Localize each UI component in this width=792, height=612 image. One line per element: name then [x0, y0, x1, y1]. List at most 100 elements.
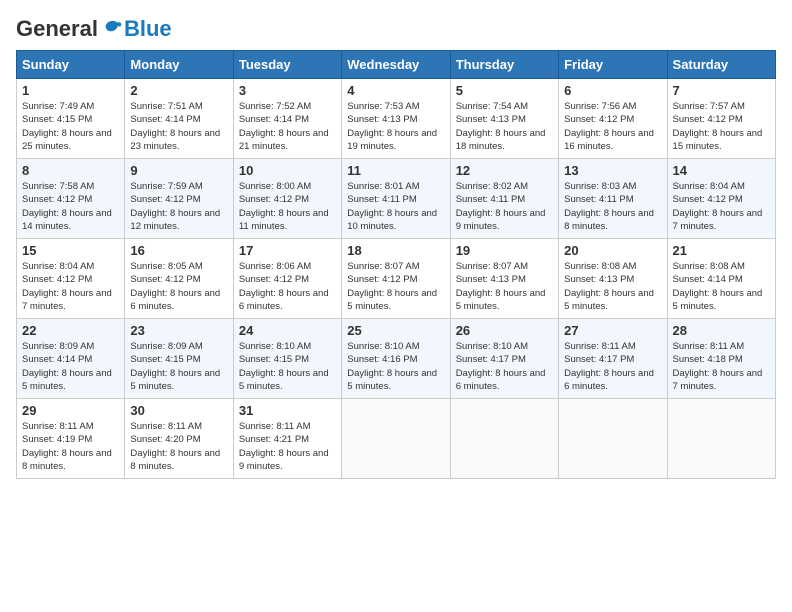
calendar-cell: 18 Sunrise: 8:07 AM Sunset: 4:12 PM Dayl… — [342, 239, 450, 319]
day-number: 27 — [564, 323, 661, 338]
calendar-cell: 31 Sunrise: 8:11 AM Sunset: 4:21 PM Dayl… — [233, 399, 341, 479]
calendar-cell: 26 Sunrise: 8:10 AM Sunset: 4:17 PM Dayl… — [450, 319, 558, 399]
calendar-table: SundayMondayTuesdayWednesdayThursdayFrid… — [16, 50, 776, 479]
calendar-cell: 7 Sunrise: 7:57 AM Sunset: 4:12 PM Dayli… — [667, 79, 775, 159]
day-number: 17 — [239, 243, 336, 258]
column-header-friday: Friday — [559, 51, 667, 79]
day-number: 24 — [239, 323, 336, 338]
day-number: 26 — [456, 323, 553, 338]
day-info: Sunrise: 8:04 AM Sunset: 4:12 PM Dayligh… — [22, 260, 119, 313]
calendar-cell: 1 Sunrise: 7:49 AM Sunset: 4:15 PM Dayli… — [17, 79, 125, 159]
day-info: Sunrise: 8:09 AM Sunset: 4:14 PM Dayligh… — [22, 340, 119, 393]
logo-bird-icon — [100, 17, 124, 41]
calendar-cell: 27 Sunrise: 8:11 AM Sunset: 4:17 PM Dayl… — [559, 319, 667, 399]
calendar-cell: 11 Sunrise: 8:01 AM Sunset: 4:11 PM Dayl… — [342, 159, 450, 239]
day-info: Sunrise: 8:08 AM Sunset: 4:13 PM Dayligh… — [564, 260, 661, 313]
day-info: Sunrise: 8:11 AM Sunset: 4:20 PM Dayligh… — [130, 420, 227, 473]
calendar-cell: 16 Sunrise: 8:05 AM Sunset: 4:12 PM Dayl… — [125, 239, 233, 319]
day-info: Sunrise: 8:02 AM Sunset: 4:11 PM Dayligh… — [456, 180, 553, 233]
calendar-cell: 20 Sunrise: 8:08 AM Sunset: 4:13 PM Dayl… — [559, 239, 667, 319]
logo-blue: Blue — [124, 16, 172, 42]
day-info: Sunrise: 8:11 AM Sunset: 4:19 PM Dayligh… — [22, 420, 119, 473]
calendar-cell: 3 Sunrise: 7:52 AM Sunset: 4:14 PM Dayli… — [233, 79, 341, 159]
day-number: 5 — [456, 83, 553, 98]
day-info: Sunrise: 8:07 AM Sunset: 4:13 PM Dayligh… — [456, 260, 553, 313]
day-number: 14 — [673, 163, 770, 178]
calendar-cell: 30 Sunrise: 8:11 AM Sunset: 4:20 PM Dayl… — [125, 399, 233, 479]
calendar-cell: 9 Sunrise: 7:59 AM Sunset: 4:12 PM Dayli… — [125, 159, 233, 239]
day-info: Sunrise: 8:04 AM Sunset: 4:12 PM Dayligh… — [673, 180, 770, 233]
day-number: 7 — [673, 83, 770, 98]
day-number: 4 — [347, 83, 444, 98]
day-number: 16 — [130, 243, 227, 258]
calendar-cell: 6 Sunrise: 7:56 AM Sunset: 4:12 PM Dayli… — [559, 79, 667, 159]
calendar-cell: 29 Sunrise: 8:11 AM Sunset: 4:19 PM Dayl… — [17, 399, 125, 479]
calendar-cell: 8 Sunrise: 7:58 AM Sunset: 4:12 PM Dayli… — [17, 159, 125, 239]
day-number: 10 — [239, 163, 336, 178]
day-info: Sunrise: 8:10 AM Sunset: 4:16 PM Dayligh… — [347, 340, 444, 393]
day-info: Sunrise: 8:07 AM Sunset: 4:12 PM Dayligh… — [347, 260, 444, 313]
calendar-cell: 23 Sunrise: 8:09 AM Sunset: 4:15 PM Dayl… — [125, 319, 233, 399]
calendar-cell: 5 Sunrise: 7:54 AM Sunset: 4:13 PM Dayli… — [450, 79, 558, 159]
day-info: Sunrise: 8:00 AM Sunset: 4:12 PM Dayligh… — [239, 180, 336, 233]
calendar-cell: 13 Sunrise: 8:03 AM Sunset: 4:11 PM Dayl… — [559, 159, 667, 239]
calendar-cell: 25 Sunrise: 8:10 AM Sunset: 4:16 PM Dayl… — [342, 319, 450, 399]
logo: General Blue — [16, 16, 172, 42]
calendar-cell: 17 Sunrise: 8:06 AM Sunset: 4:12 PM Dayl… — [233, 239, 341, 319]
day-number: 23 — [130, 323, 227, 338]
day-number: 29 — [22, 403, 119, 418]
day-number: 13 — [564, 163, 661, 178]
calendar-cell: 10 Sunrise: 8:00 AM Sunset: 4:12 PM Dayl… — [233, 159, 341, 239]
header: General Blue — [16, 16, 776, 42]
day-number: 25 — [347, 323, 444, 338]
day-info: Sunrise: 7:53 AM Sunset: 4:13 PM Dayligh… — [347, 100, 444, 153]
calendar-cell: 2 Sunrise: 7:51 AM Sunset: 4:14 PM Dayli… — [125, 79, 233, 159]
calendar-cell — [450, 399, 558, 479]
day-info: Sunrise: 7:52 AM Sunset: 4:14 PM Dayligh… — [239, 100, 336, 153]
day-info: Sunrise: 7:49 AM Sunset: 4:15 PM Dayligh… — [22, 100, 119, 153]
day-number: 22 — [22, 323, 119, 338]
day-number: 28 — [673, 323, 770, 338]
day-number: 19 — [456, 243, 553, 258]
logo-general: General — [16, 16, 98, 42]
calendar-cell: 22 Sunrise: 8:09 AM Sunset: 4:14 PM Dayl… — [17, 319, 125, 399]
calendar-cell: 28 Sunrise: 8:11 AM Sunset: 4:18 PM Dayl… — [667, 319, 775, 399]
calendar-cell — [667, 399, 775, 479]
day-info: Sunrise: 8:11 AM Sunset: 4:17 PM Dayligh… — [564, 340, 661, 393]
column-header-tuesday: Tuesday — [233, 51, 341, 79]
calendar-cell: 15 Sunrise: 8:04 AM Sunset: 4:12 PM Dayl… — [17, 239, 125, 319]
day-number: 12 — [456, 163, 553, 178]
day-info: Sunrise: 8:10 AM Sunset: 4:17 PM Dayligh… — [456, 340, 553, 393]
day-number: 3 — [239, 83, 336, 98]
day-info: Sunrise: 7:56 AM Sunset: 4:12 PM Dayligh… — [564, 100, 661, 153]
day-info: Sunrise: 8:11 AM Sunset: 4:18 PM Dayligh… — [673, 340, 770, 393]
day-info: Sunrise: 8:08 AM Sunset: 4:14 PM Dayligh… — [673, 260, 770, 313]
day-info: Sunrise: 7:51 AM Sunset: 4:14 PM Dayligh… — [130, 100, 227, 153]
day-number: 11 — [347, 163, 444, 178]
column-header-wednesday: Wednesday — [342, 51, 450, 79]
calendar-cell — [559, 399, 667, 479]
day-number: 21 — [673, 243, 770, 258]
calendar-cell: 12 Sunrise: 8:02 AM Sunset: 4:11 PM Dayl… — [450, 159, 558, 239]
day-info: Sunrise: 7:54 AM Sunset: 4:13 PM Dayligh… — [456, 100, 553, 153]
day-info: Sunrise: 8:01 AM Sunset: 4:11 PM Dayligh… — [347, 180, 444, 233]
calendar-cell: 4 Sunrise: 7:53 AM Sunset: 4:13 PM Dayli… — [342, 79, 450, 159]
calendar-cell: 19 Sunrise: 8:07 AM Sunset: 4:13 PM Dayl… — [450, 239, 558, 319]
column-header-thursday: Thursday — [450, 51, 558, 79]
calendar-cell — [342, 399, 450, 479]
calendar-cell: 24 Sunrise: 8:10 AM Sunset: 4:15 PM Dayl… — [233, 319, 341, 399]
column-header-monday: Monday — [125, 51, 233, 79]
day-number: 15 — [22, 243, 119, 258]
column-header-saturday: Saturday — [667, 51, 775, 79]
calendar-cell: 21 Sunrise: 8:08 AM Sunset: 4:14 PM Dayl… — [667, 239, 775, 319]
day-info: Sunrise: 8:10 AM Sunset: 4:15 PM Dayligh… — [239, 340, 336, 393]
day-info: Sunrise: 8:11 AM Sunset: 4:21 PM Dayligh… — [239, 420, 336, 473]
day-info: Sunrise: 7:58 AM Sunset: 4:12 PM Dayligh… — [22, 180, 119, 233]
day-number: 9 — [130, 163, 227, 178]
day-number: 31 — [239, 403, 336, 418]
calendar-cell: 14 Sunrise: 8:04 AM Sunset: 4:12 PM Dayl… — [667, 159, 775, 239]
day-info: Sunrise: 8:09 AM Sunset: 4:15 PM Dayligh… — [130, 340, 227, 393]
day-number: 6 — [564, 83, 661, 98]
day-number: 20 — [564, 243, 661, 258]
day-number: 18 — [347, 243, 444, 258]
